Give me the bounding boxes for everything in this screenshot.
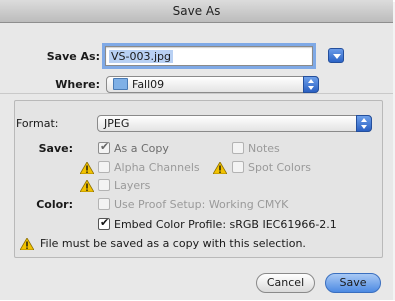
divider [0,93,393,94]
save-as-label: Save As: [46,50,100,63]
layers-checkbox[interactable]: Layers [98,179,150,193]
format-label: Format: [16,117,59,130]
embed-color-profile-checkbox[interactable]: ✔ Embed Color Profile: sRGB IEC61966-2.1 [98,216,337,232]
warning-triangle-icon [80,180,94,192]
use-proof-setup-checkbox[interactable]: Use Proof Setup: Working CMYK [98,198,288,212]
checkmark-icon: ✔ [100,216,110,229]
filename-field[interactable]: VS-003.jpg [102,43,316,69]
folder-icon [113,78,128,90]
layers-label: Layers [114,179,151,192]
warning-triangle-icon [80,162,94,174]
cancel-button[interactable]: Cancel [256,273,315,293]
filename-value: VS-003.jpg [109,50,173,63]
popup-arrows-icon [356,115,372,132]
save-as-dialog: Save As Save As: VS-003.jpg Where: Fall0… [0,0,393,300]
alpha-channels-checkbox[interactable]: Alpha Channels [98,161,200,175]
where-popup[interactable]: Fall09 [106,76,319,93]
format-popup[interactable]: JPEG [97,115,372,132]
format-value: JPEG [104,117,130,130]
as-a-copy-label: As a Copy [114,142,169,155]
save-label: Save: [38,142,73,155]
where-value: Fall09 [132,78,165,91]
save-button[interactable]: Save [325,273,381,293]
notes-checkbox[interactable]: Notes [232,142,280,156]
use-proof-setup-label: Use Proof Setup: Working CMYK [114,198,289,211]
checkmark-icon: ✔ [100,140,110,153]
alpha-channels-label: Alpha Channels [114,161,200,174]
warning-message: File must be saved as a copy with this s… [40,237,306,250]
window-title: Save As [0,0,393,23]
color-label: Color: [36,198,73,211]
spot-colors-label: Spot Colors [248,161,311,174]
embed-color-profile-label: Embed Color Profile: sRGB IEC61966-2.1 [114,218,337,231]
as-a-copy-checkbox[interactable]: ✔ As a Copy [98,140,169,156]
spot-colors-checkbox[interactable]: Spot Colors [232,161,311,175]
where-label: Where: [55,78,100,91]
popup-arrows-icon [303,76,319,93]
warning-triangle-icon [213,162,227,174]
notes-label: Notes [248,142,280,155]
expand-disclosure-button[interactable] [328,48,344,63]
warning-triangle-icon [20,238,34,250]
